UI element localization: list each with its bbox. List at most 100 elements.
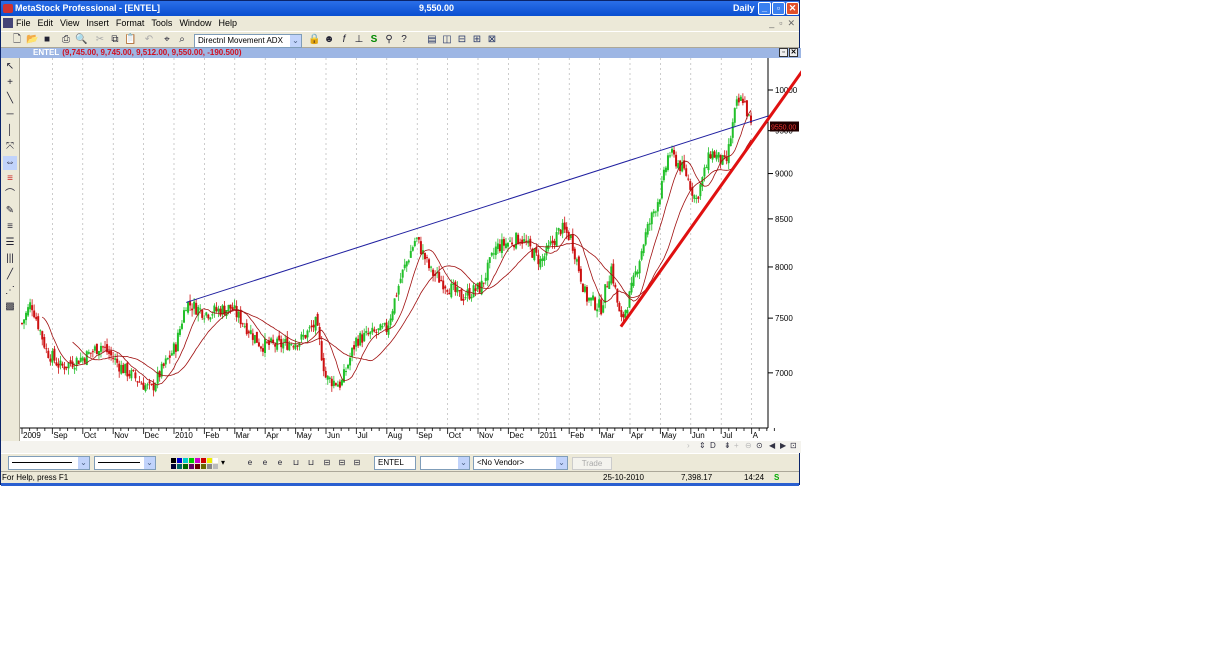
- color-palette[interactable]: ▾: [171, 458, 225, 470]
- color-swatch[interactable]: [171, 458, 176, 463]
- chart-style-icon-2[interactable]: e: [259, 457, 271, 469]
- undo-icon[interactable]: ↶: [143, 34, 155, 46]
- tile-horizontal-icon[interactable]: ⊟: [456, 34, 468, 46]
- menu-insert[interactable]: Insert: [86, 18, 109, 28]
- line-tool-icon[interactable]: ╱: [3, 268, 17, 282]
- crosshair-icon[interactable]: ⌖: [161, 34, 173, 46]
- arrange-icon[interactable]: ⊠: [486, 34, 498, 46]
- speed-lines-icon[interactable]: ☰: [3, 236, 17, 250]
- menu-window[interactable]: Window: [179, 18, 211, 28]
- minimize-button[interactable]: _: [758, 2, 771, 15]
- layout-cascade-icon[interactable]: ▤: [426, 34, 438, 46]
- zoom-reset-icon[interactable]: ⊙: [756, 441, 763, 450]
- color-swatch[interactable]: [189, 458, 194, 463]
- color-swatch[interactable]: [213, 464, 218, 469]
- color-swatch[interactable]: [189, 464, 194, 469]
- channel-icon[interactable]: ⇔: [3, 156, 17, 170]
- scroll-end-icon[interactable]: ⊡: [790, 441, 797, 450]
- color-swatch[interactable]: [183, 458, 188, 463]
- color-swatch[interactable]: [195, 464, 200, 469]
- maximize-button[interactable]: ▫: [772, 2, 785, 15]
- expert-icon[interactable]: ☻: [323, 34, 335, 46]
- new-icon[interactable]: 🗋: [11, 34, 23, 46]
- zoom-icon[interactable]: ⌕: [176, 34, 188, 46]
- horizontal-line-icon[interactable]: ─: [3, 108, 17, 122]
- zoom-in-icon[interactable]: +: [734, 441, 739, 450]
- tile-grid-icon[interactable]: ⊞: [471, 34, 483, 46]
- fibonacci-icon[interactable]: ≡: [3, 172, 17, 186]
- menu-tools[interactable]: Tools: [151, 18, 172, 28]
- crosshair-tool-icon[interactable]: +: [3, 76, 17, 90]
- candle-body: [266, 341, 269, 343]
- trade-button[interactable]: Trade: [572, 457, 612, 470]
- vertical-line-icon[interactable]: │: [3, 124, 17, 138]
- print-icon[interactable]: ⎙: [60, 34, 72, 46]
- zoom-out-icon[interactable]: ⊖: [745, 441, 752, 450]
- pointer-icon[interactable]: ↖: [3, 60, 17, 74]
- x-tick-label: Sep: [418, 431, 433, 440]
- window-layout-icon-1[interactable]: ⊟: [321, 457, 333, 469]
- chevron-down-icon: ⌄: [78, 457, 89, 469]
- scroll-right-arrow-icon[interactable]: ▶: [780, 441, 786, 450]
- time-zones-icon[interactable]: |||: [3, 252, 17, 266]
- color-swatch[interactable]: [201, 458, 206, 463]
- color-swatch[interactable]: [183, 464, 188, 469]
- color-swatch[interactable]: [177, 458, 182, 463]
- color-swatch[interactable]: [213, 458, 218, 463]
- periodicity-button[interactable]: D: [710, 441, 716, 450]
- window-layout-icon-3[interactable]: ⊟: [351, 457, 363, 469]
- inner-window-icon-2[interactable]: ⊔: [305, 457, 317, 469]
- color-swatch[interactable]: [207, 458, 212, 463]
- price-chart[interactable]: 2009 Sep Oct Nov Dec 2010 Feb Mar Apr May Jun Jul Au…: [20, 58, 801, 441]
- cycle-icon[interactable]: ⤧: [3, 140, 17, 154]
- lock-icon[interactable]: 🔒: [308, 34, 320, 46]
- menu-file[interactable]: File: [16, 18, 31, 28]
- chart-close-button[interactable]: ✕: [789, 48, 798, 57]
- bars-icon[interactable]: ⇟: [724, 441, 731, 450]
- tile-vertical-icon[interactable]: ◫: [441, 34, 453, 46]
- close-button[interactable]: ✕: [786, 2, 799, 15]
- system-tester-icon[interactable]: ⊥: [353, 34, 365, 46]
- cut-icon[interactable]: ✂: [94, 34, 106, 46]
- fan-icon[interactable]: ≡: [3, 220, 17, 234]
- open-icon[interactable]: 📂: [26, 34, 38, 46]
- menu-format[interactable]: Format: [116, 18, 145, 28]
- save-icon[interactable]: ■: [41, 34, 53, 46]
- help-pointer-icon[interactable]: ?: [398, 34, 410, 46]
- exchange-select[interactable]: ⌄: [420, 456, 470, 470]
- trendline-icon[interactable]: ╲: [3, 92, 17, 106]
- explorer-icon[interactable]: ⚲: [383, 34, 395, 46]
- scroll-left-arrow-icon[interactable]: ◀: [769, 441, 775, 450]
- inner-window-icon-1[interactable]: ⊔: [290, 457, 302, 469]
- color-swatch[interactable]: [207, 464, 212, 469]
- color-swatch[interactable]: [195, 458, 200, 463]
- scroll-right-icon[interactable]: ›: [687, 441, 690, 450]
- symbol-field[interactable]: ENTEL: [374, 456, 416, 470]
- sync-icon[interactable]: ⇕: [699, 441, 706, 450]
- pattern-icon[interactable]: ▩: [3, 300, 17, 314]
- menu-view[interactable]: View: [60, 18, 79, 28]
- color-swatch[interactable]: [201, 464, 206, 469]
- window-layout-icon-2[interactable]: ⊟: [336, 457, 348, 469]
- indicator-select[interactable]: Directnl Movement ADX ⌄: [194, 34, 302, 48]
- palette-dropdown-icon[interactable]: ▾: [221, 458, 225, 467]
- paste-icon[interactable]: 📋: [124, 34, 136, 46]
- chart-restore-button[interactable]: ▫: [779, 48, 788, 57]
- color-swatch[interactable]: [177, 464, 182, 469]
- chart-style-icon-1[interactable]: e: [244, 457, 256, 469]
- gann-fan-icon[interactable]: ⋰: [3, 284, 17, 298]
- menu-help[interactable]: Help: [218, 18, 237, 28]
- chart-style-icon-3[interactable]: e: [274, 457, 286, 469]
- print-preview-icon[interactable]: 🔍: [75, 34, 87, 46]
- dollar-icon[interactable]: S: [368, 34, 380, 46]
- color-swatch[interactable]: [171, 464, 176, 469]
- menu-edit[interactable]: Edit: [38, 18, 54, 28]
- line-style-select[interactable]: ⌄: [8, 456, 90, 470]
- pencil-icon[interactable]: ✎: [3, 204, 17, 218]
- line-weight-select[interactable]: ⌄: [94, 456, 156, 470]
- function-icon[interactable]: f: [338, 34, 350, 46]
- arc-icon[interactable]: ⌒: [3, 188, 17, 202]
- mdi-controls[interactable]: _ ▫ ✕: [769, 16, 795, 30]
- copy-icon[interactable]: ⧉: [109, 34, 121, 46]
- vendor-select[interactable]: <No Vendor> ⌄: [473, 456, 568, 470]
